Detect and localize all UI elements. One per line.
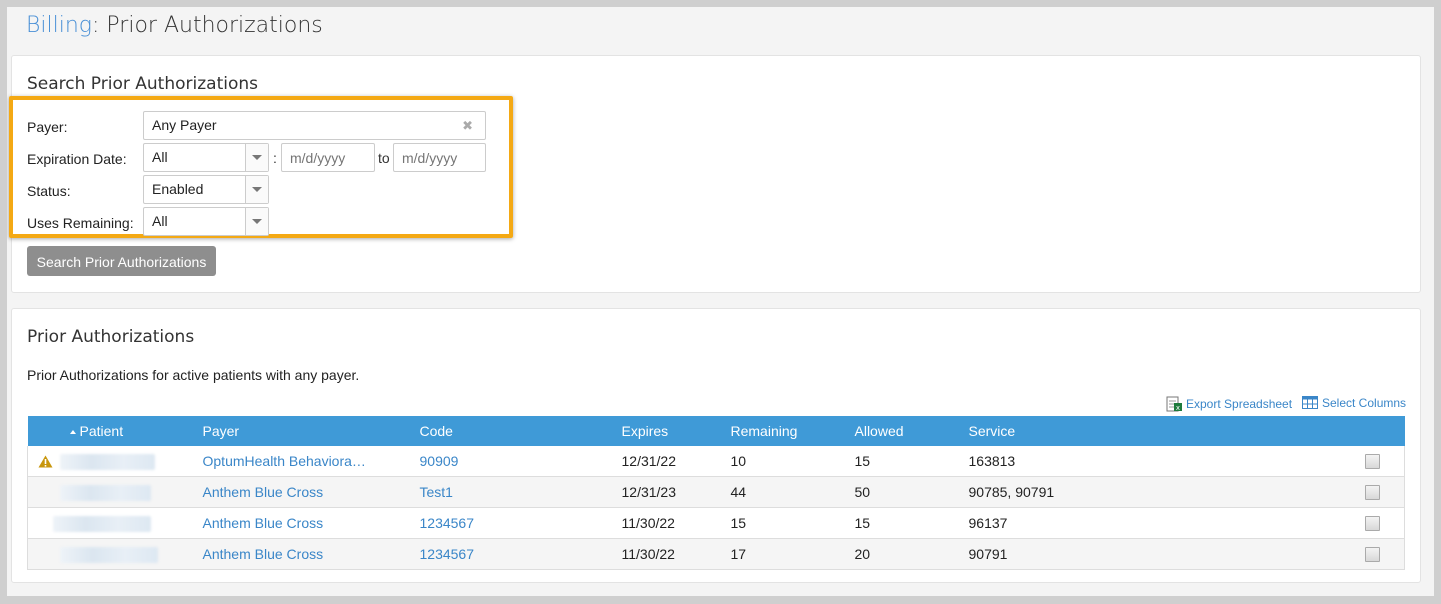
patient-cell[interactable] (27, 476, 203, 508)
export-spreadsheet-label: Export Spreadsheet (1186, 397, 1293, 411)
list-description: Prior Authorizations for active patients… (27, 367, 360, 383)
payer-link[interactable]: OptumHealth Behaviora… (203, 453, 366, 469)
date-to-input[interactable] (393, 143, 486, 172)
remaining-cell: 15 (730, 507, 855, 539)
prior-authorizations-table: Patient Payer Code Expires Remaining All… (27, 416, 1405, 570)
breadcrumb-billing[interactable]: Billing (26, 13, 92, 38)
excel-icon: x (1166, 396, 1182, 412)
export-spreadsheet-link[interactable]: x Export Spreadsheet (1166, 396, 1292, 412)
chevron-down-icon[interactable] (245, 208, 268, 235)
list-panel-title: Prior Authorizations (27, 327, 195, 347)
expiration-date-label: Expiration Date: (27, 151, 127, 167)
search-button[interactable]: Search Prior Authorizations (27, 246, 216, 276)
table-header-row: Patient Payer Code Expires Remaining All… (27, 416, 1405, 446)
column-header-payer[interactable]: Payer (202, 416, 420, 446)
expires-cell: 11/30/22 (621, 507, 731, 539)
patient-name-redacted[interactable] (60, 484, 151, 501)
table-row[interactable]: Anthem Blue Cross 1234567 11/30/22 17 20… (27, 538, 1405, 570)
uses-remaining-value: All (152, 213, 168, 229)
search-panel: Search Prior Authorizations Payer: Any P… (9, 55, 1421, 293)
warning-icon (38, 455, 53, 468)
allowed-cell: 50 (854, 476, 969, 508)
service-cell: 90791 (968, 538, 1365, 570)
patient-name-redacted[interactable] (60, 546, 158, 563)
code-link[interactable]: Test1 (420, 484, 453, 500)
payer-link[interactable]: Anthem Blue Cross (203, 515, 324, 531)
row-select-checkbox[interactable] (1364, 485, 1380, 501)
column-header-code[interactable]: Code (419, 416, 622, 446)
column-header-remaining[interactable]: Remaining (730, 416, 855, 446)
table-row[interactable]: OptumHealth Behaviora… 90909 12/31/22 10… (27, 446, 1405, 477)
uses-remaining-label: Uses Remaining: (27, 215, 134, 231)
remaining-cell: 10 (730, 446, 855, 477)
prior-authorizations-panel: Prior Authorizations Prior Authorization… (11, 308, 1421, 583)
app-frame: Billing: Prior Authorizations Search Pri… (7, 7, 1434, 596)
search-panel-title: Search Prior Authorizations (27, 74, 258, 94)
allowed-cell: 15 (854, 507, 969, 539)
code-link[interactable]: 90909 (420, 453, 459, 469)
code-link[interactable]: 1234567 (420, 546, 475, 562)
patient-cell[interactable] (27, 446, 203, 477)
chevron-down-icon[interactable] (245, 176, 268, 203)
grid-icon (1302, 396, 1318, 409)
payer-label: Payer: (27, 119, 68, 135)
uses-remaining-select[interactable]: All (143, 207, 269, 236)
status-select[interactable]: Enabled (143, 175, 269, 204)
page-title: Billing: Prior Authorizations (26, 13, 323, 38)
clear-icon[interactable]: ✖ (462, 112, 473, 139)
expires-cell: 12/31/23 (621, 476, 731, 508)
chevron-down-icon[interactable] (245, 144, 268, 171)
patient-cell[interactable] (27, 538, 203, 570)
row-select-checkbox[interactable] (1364, 454, 1380, 470)
svg-text:x: x (1176, 404, 1180, 412)
status-label: Status: (27, 183, 71, 199)
payer-link[interactable]: Anthem Blue Cross (203, 546, 324, 562)
service-cell: 163813 (968, 446, 1365, 477)
row-select-checkbox[interactable] (1364, 547, 1380, 563)
expires-cell: 12/31/22 (621, 446, 731, 477)
patient-name-redacted[interactable] (53, 515, 151, 532)
column-header-patient[interactable]: Patient (27, 416, 203, 446)
payer-link[interactable]: Anthem Blue Cross (203, 484, 324, 500)
expires-cell: 11/30/22 (621, 538, 731, 570)
payer-select[interactable]: Any Payer ✖ (143, 111, 486, 140)
page-title-text: Prior Authorizations (99, 13, 323, 38)
table-row[interactable]: Anthem Blue Cross Test1 12/31/23 44 50 9… (27, 476, 1405, 508)
code-link[interactable]: 1234567 (420, 515, 475, 531)
column-header-service[interactable]: Service (968, 416, 1365, 446)
column-header-actions (1364, 416, 1405, 446)
expiration-date-select[interactable]: All (143, 143, 269, 172)
table-row[interactable]: Anthem Blue Cross 1234567 11/30/22 15 15… (27, 507, 1405, 539)
payer-value: Any Payer (152, 117, 217, 133)
status-value: Enabled (152, 181, 204, 197)
row-select-checkbox[interactable] (1364, 516, 1380, 532)
remaining-cell: 17 (730, 538, 855, 570)
select-columns-label: Select Columns (1322, 396, 1407, 410)
allowed-cell: 20 (854, 538, 969, 570)
patient-name-redacted[interactable] (59, 453, 155, 470)
allowed-cell: 15 (854, 446, 969, 477)
date-colon: : (273, 150, 277, 166)
service-cell: 90785, 90791 (968, 476, 1365, 508)
patient-cell[interactable] (27, 507, 203, 539)
column-header-expires[interactable]: Expires (621, 416, 731, 446)
sort-ascending-icon (69, 430, 76, 435)
service-cell: 96137 (968, 507, 1365, 539)
remaining-cell: 44 (730, 476, 855, 508)
expiration-date-value: All (152, 149, 168, 165)
date-from-input[interactable] (281, 143, 375, 172)
select-columns-link[interactable]: Select Columns (1302, 396, 1406, 410)
column-header-allowed[interactable]: Allowed (854, 416, 969, 446)
date-to-label: to (378, 150, 390, 166)
